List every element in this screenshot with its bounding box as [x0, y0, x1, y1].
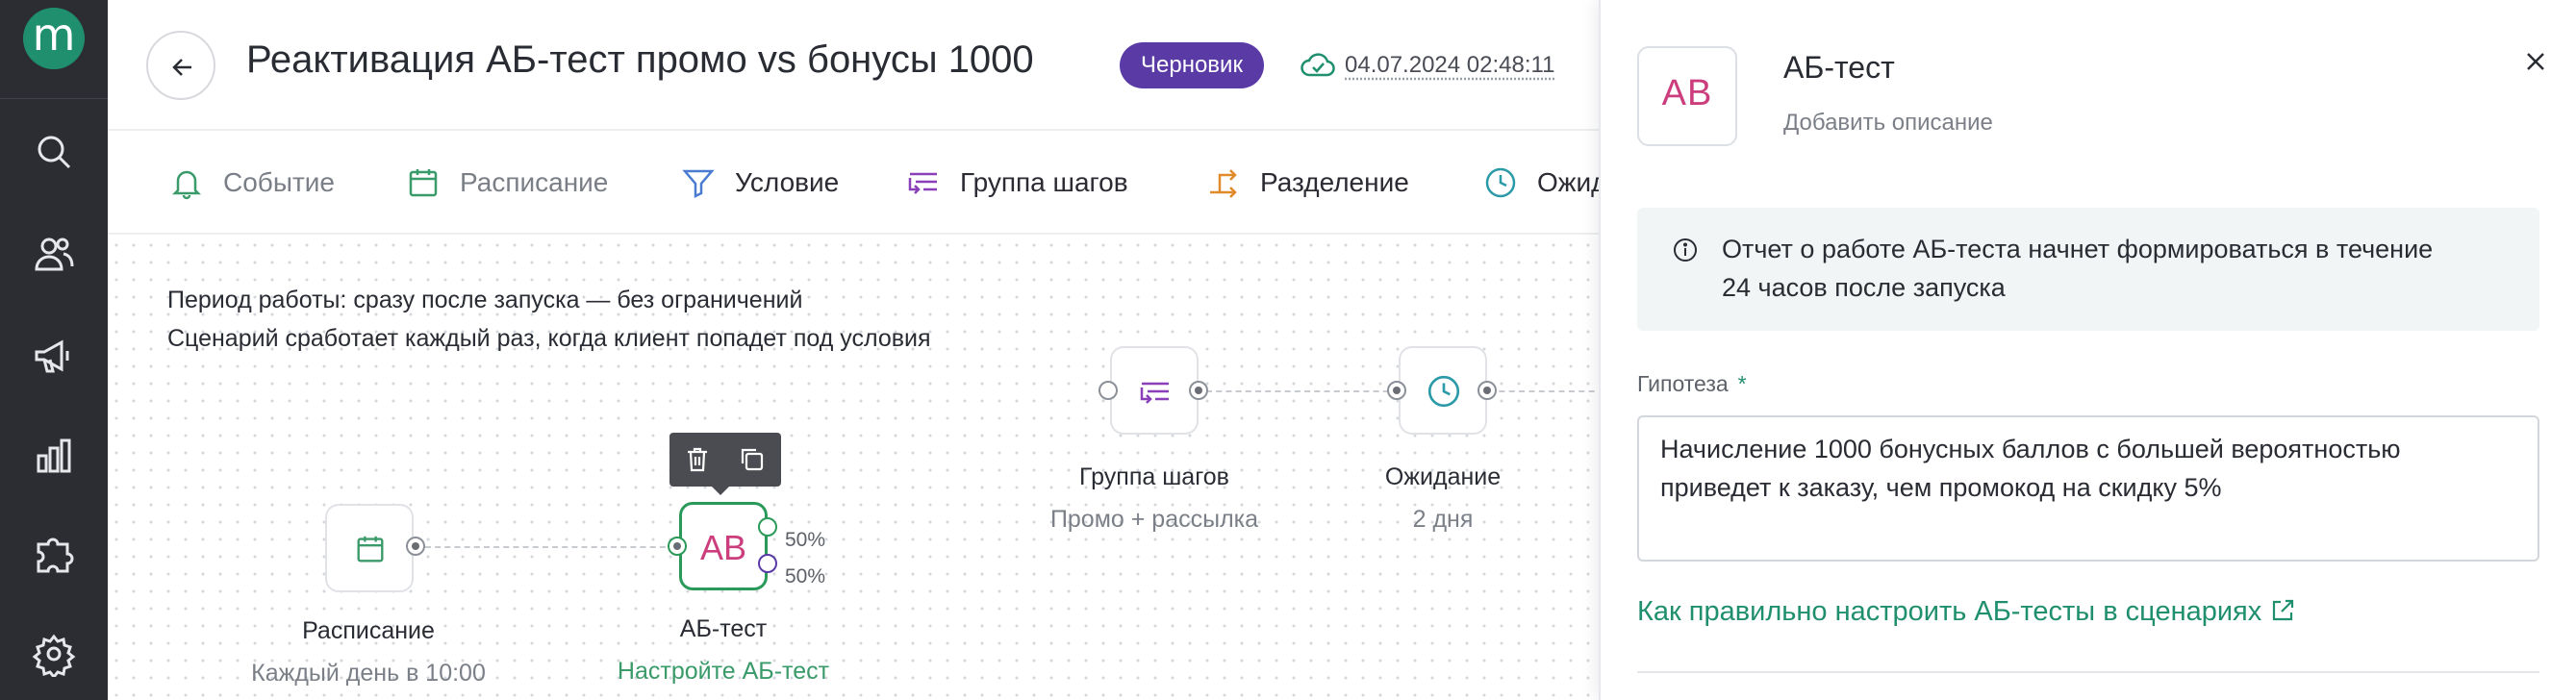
ab-icon: AB — [1661, 73, 1713, 113]
abtest-settings-panel: AB АБ-тест Добавить описание Отчет о раб… — [1599, 0, 2576, 700]
node-output-port[interactable] — [406, 537, 425, 556]
split-icon — [1210, 169, 1237, 198]
node-schedule[interactable] — [325, 504, 414, 592]
cloud-check-icon — [1301, 53, 1335, 77]
calendar-icon — [409, 169, 438, 197]
toolbar-item-label: Расписание — [460, 167, 609, 197]
connector — [425, 546, 675, 548]
toolbar-item-label: Разделение — [1260, 167, 1409, 197]
rail-divider — [0, 98, 108, 99]
filter-icon — [682, 169, 715, 199]
node-input-port[interactable] — [1387, 381, 1406, 400]
trash-icon[interactable] — [685, 446, 710, 473]
saved-timestamp[interactable]: 04.07.2024 02:48:11 — [1345, 52, 1554, 79]
search-icon[interactable] — [31, 129, 77, 175]
period-info: Период работы: сразу после запуска — без… — [167, 287, 803, 313]
branch-b-share: 50% — [785, 565, 826, 588]
settings-icon[interactable] — [31, 631, 77, 680]
trigger-info: Сценарий сработает каждый раз, когда кли… — [167, 325, 931, 352]
hypothesis-textarea[interactable]: Начисление 1000 бонусных баллов с больше… — [1637, 415, 2539, 562]
node-input-port[interactable] — [668, 537, 687, 556]
required-mark: * — [1737, 371, 1747, 396]
node-title: АБ-тест — [679, 615, 768, 642]
bell-icon — [171, 170, 202, 200]
ab-icon: AB — [699, 528, 747, 567]
status-badge: Черновик — [1120, 42, 1264, 88]
step-toolbar: Событие Расписание Условие Группа шагов … — [108, 133, 1599, 235]
node-input-port[interactable] — [1099, 381, 1118, 400]
node-wait[interactable] — [1399, 346, 1487, 435]
node-title: Расписание — [302, 617, 435, 644]
hypothesis-label-text: Гипотеза — [1637, 371, 1729, 396]
panel-title[interactable]: АБ-тест — [1783, 50, 1895, 86]
node-title: Группа шагов — [1079, 463, 1229, 490]
toolbar-item-label: Ожидание — [1537, 167, 1599, 197]
tooltip-arrow — [712, 487, 729, 495]
scenario-canvas[interactable]: Период работы: сразу после запуска — без… — [108, 237, 1599, 700]
node-subtitle: 2 дня — [1412, 506, 1474, 533]
toolbar-item-label: Условие — [735, 167, 840, 197]
node-title: Ожидание — [1384, 463, 1502, 490]
help-link-label: Как правильно настроить АБ-тесты в сцена… — [1637, 596, 2262, 627]
arrow-left-icon — [172, 59, 191, 76]
close-icon[interactable] — [2522, 48, 2549, 75]
app-logo[interactable]: m — [23, 8, 85, 69]
analytics-icon[interactable] — [31, 433, 77, 479]
hypothesis-text: Начисление 1000 бонусных баллов с больше… — [1660, 435, 2401, 463]
hypothesis-text: приведет к заказу, чем промокод на скидк… — [1660, 473, 2222, 502]
add-description-link[interactable]: Добавить описание — [1783, 110, 1993, 137]
clock-icon — [1427, 375, 1460, 408]
node-output-port[interactable] — [1189, 381, 1208, 400]
notice-text: 24 часов после запуска — [1722, 273, 2006, 302]
clock-icon — [1485, 167, 1516, 198]
divider — [1637, 671, 2539, 673]
copy-icon[interactable] — [739, 446, 766, 473]
scenario-header: Реактивация АБ-тест промо vs бонусы 1000… — [108, 0, 1599, 131]
step-group-icon — [908, 172, 937, 194]
calendar-icon — [357, 536, 384, 562]
info-icon — [1674, 238, 1697, 262]
toolbar-item-label: Группа шагов — [960, 167, 1128, 197]
left-rail: m — [0, 0, 108, 700]
connector — [1206, 390, 1399, 392]
external-link-icon — [2273, 599, 2294, 621]
abtest-help-link[interactable]: Как правильно настроить АБ-тесты в сцена… — [1637, 596, 2296, 628]
abtest-icon-tile: AB — [1637, 46, 1737, 146]
node-subtitle: Каждый день в 10:00 — [251, 660, 486, 687]
step-group-icon — [1140, 382, 1169, 404]
report-notice: Отчет о работе АБ-теста начнет формирова… — [1637, 208, 2539, 331]
puzzle-icon[interactable] — [31, 531, 77, 577]
node-abtest[interactable]: AB — [679, 502, 768, 590]
node-subtitle: Промо + рассылка — [1049, 506, 1259, 533]
connector — [1489, 390, 1599, 392]
page-title[interactable]: Реактивация АБ-тест промо vs бонусы 1000 — [246, 38, 1034, 82]
node-step-group[interactable] — [1110, 346, 1199, 435]
megaphone-icon[interactable] — [31, 333, 77, 379]
notice-text: Отчет о работе АБ-теста начнет формирова… — [1722, 235, 2434, 263]
hypothesis-label: Гипотеза * — [1637, 371, 1747, 397]
users-icon[interactable] — [31, 231, 77, 277]
branch-a-share: 50% — [785, 529, 826, 551]
branch-a-port[interactable] — [758, 517, 777, 537]
branch-b-port[interactable] — [758, 554, 777, 573]
node-output-port[interactable] — [1477, 381, 1497, 400]
node-actions-toolbar — [669, 433, 781, 487]
back-button[interactable] — [146, 31, 215, 100]
toolbar-item-label: Событие — [223, 167, 335, 197]
node-setup-link[interactable]: Настройте АБ-тест — [616, 658, 831, 686]
